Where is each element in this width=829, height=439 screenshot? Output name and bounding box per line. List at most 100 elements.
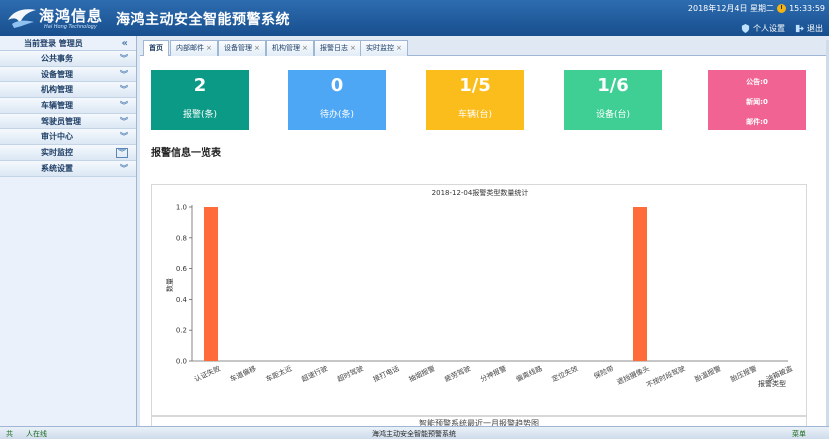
card-value: 2 <box>193 75 207 96</box>
logout-icon <box>795 24 804 33</box>
x-tick-label: 超时驾驶 <box>336 364 365 384</box>
x-tick-label: 定位失效 <box>550 364 579 384</box>
card-label: 设备(台) <box>595 110 631 120</box>
current-user: 当前登录 管理员 <box>24 39 83 48</box>
x-tick-label: 胎压报警 <box>729 364 758 384</box>
card-label: 报警(条) <box>182 110 218 120</box>
sidebar-item-label: 公共事务 <box>41 54 73 63</box>
close-icon[interactable]: × <box>254 44 260 52</box>
sidebar-item-org-management[interactable]: 机构管理 ︾ <box>0 82 136 99</box>
chevron-down-icon: ︾ <box>120 116 128 126</box>
section-title: 报警信息一览表 <box>151 148 221 159</box>
menu-link[interactable]: 菜单 <box>792 429 806 439</box>
tab-alarm-log[interactable]: 报警日志 × <box>314 40 362 56</box>
tab-realtime-monitor[interactable]: 实时监控 × <box>360 40 408 56</box>
chevron-down-icon: ︾ <box>120 132 128 142</box>
tab-label: 设备管理 <box>224 44 252 52</box>
main-content: 2 报警(条) 0 待办(条) 1/5 车辆(台) 1/6 设备(台) 公告:0… <box>140 56 826 430</box>
sidebar-item-label: 实时监控 <box>41 148 73 158</box>
sidebar-item-public-affairs[interactable]: 公共事务 ︾ <box>0 51 136 67</box>
chevron-down-icon: ︾ <box>120 69 128 79</box>
announcement-count: 公告:0 <box>746 78 768 86</box>
device-count-card[interactable]: 1/6 设备(台) <box>564 70 662 130</box>
close-icon[interactable]: × <box>206 44 212 52</box>
x-tick-label: 胎温报警 <box>693 364 722 384</box>
card-value: 1/6 <box>597 75 629 96</box>
logo-bird-icon <box>8 9 36 28</box>
sidebar-item-realtime-monitor[interactable]: 实时监控 ︾ <box>0 145 136 161</box>
alarm-type-chart: 2018-12-04报警类型数量统计 0.0 0.2 0.4 0.6 0.8 1.0 数量认证… <box>151 184 807 416</box>
sidebar-item-device-management[interactable]: 设备管理 ︾ <box>0 66 136 83</box>
y-axis-label: 数量 <box>165 278 174 292</box>
y-tick-label: 0.4 <box>176 296 188 304</box>
sidebar-item-label: 设备管理 <box>41 69 73 79</box>
x-tick-label: 疲劳驾驶 <box>443 364 472 384</box>
todo-count-card[interactable]: 0 待办(条) <box>288 70 386 130</box>
sidebar-item-audit-center[interactable]: 审计中心 ︾ <box>0 129 136 146</box>
logout-link[interactable]: 退出 <box>795 23 823 34</box>
chevron-down-icon: ︾ <box>116 148 128 159</box>
mail-count: 邮件:0 <box>746 118 768 126</box>
bar-chart-svg: 2018-12-04报警类型数量统计 0.0 0.2 0.4 0.6 0.8 1.0 数量认证… <box>165 188 794 390</box>
sidebar-item-driver-management[interactable]: 驾驶员管理 ︾ <box>0 113 136 130</box>
close-icon[interactable]: × <box>302 44 308 52</box>
settings-shield-icon <box>741 24 750 33</box>
vehicle-count-card[interactable]: 1/5 车辆(台) <box>426 70 524 130</box>
y-tick-label: 1.0 <box>176 204 187 212</box>
app-title: 海鸿主动安全智能预警系统 <box>116 12 290 28</box>
tab-device-management[interactable]: 设备管理 × <box>218 40 266 56</box>
alarm-count-card[interactable]: 2 报警(条) <box>151 70 249 130</box>
sidebar-item-system-settings[interactable]: 系统设置 ︾ <box>0 160 136 177</box>
sidebar-item-label: 驾驶员管理 <box>41 116 81 126</box>
time-text: 15:33:59 <box>789 4 825 13</box>
y-tick-label: 0.0 <box>176 358 187 366</box>
sidebar-item-label: 审计中心 <box>41 132 73 142</box>
tab-label: 首页 <box>149 44 163 52</box>
y-tick-label: 0.6 <box>176 265 188 273</box>
card-value: 0 <box>330 75 344 96</box>
collapse-sidebar-icon[interactable]: « <box>122 36 128 51</box>
chevron-down-icon: ︾ <box>120 163 128 173</box>
chevron-down-icon: ︾ <box>120 54 128 63</box>
chart-title: 2018-12-04报警类型数量统计 <box>432 188 529 197</box>
x-tick-label: 分神报警 <box>479 364 508 384</box>
logo-subtext: Hai Hong Technology <box>44 24 97 30</box>
card-value: 1/5 <box>459 75 491 96</box>
x-tick-label: 车距太近 <box>264 364 293 384</box>
news-count: 新闻:0 <box>746 98 768 106</box>
x-tick-label: 认证失败 <box>193 364 222 384</box>
online-prefix: 共 <box>6 430 13 438</box>
x-tick-label: 不按时段驾驶 <box>645 364 687 390</box>
tab-bar: 首页 内部邮件 × 设备管理 × 机构管理 × 报警日志 × 实时监控 × <box>140 40 826 56</box>
sidebar-item-label: 车辆管理 <box>41 101 73 111</box>
logo-text: 海鸿信息 <box>39 7 104 25</box>
y-tick-label: 0.8 <box>176 234 187 242</box>
clock-icon <box>777 4 787 13</box>
close-icon[interactable]: × <box>396 44 402 52</box>
logo: 海鸿信息 Hai Hong Technology <box>6 4 106 32</box>
card-label: 车辆(台) <box>457 110 493 120</box>
x-tick-label: 接打电话 <box>371 364 400 384</box>
close-icon[interactable]: × <box>350 44 356 52</box>
chevron-down-icon: ︾ <box>120 101 128 111</box>
tab-label: 报警日志 <box>320 44 348 52</box>
sidebar-item-label: 系统设置 <box>41 163 73 173</box>
x-axis-label: 报警类型 <box>758 379 786 388</box>
datetime: 2018年12月4日 星期二 15:33:59 <box>688 3 825 14</box>
notice-card[interactable]: 公告:0 新闻:0 邮件:0 <box>708 70 806 130</box>
sidebar-item-vehicle-management[interactable]: 车辆管理 ︾ <box>0 98 136 114</box>
tab-org-management[interactable]: 机构管理 × <box>266 40 314 56</box>
x-tick-label: 偏离线路 <box>514 364 543 384</box>
sidebar: 当前登录 管理员 « 公共事务 ︾ 设备管理 ︾ 机构管理 ︾ 车辆管理 ︾ 驾驶员管理… <box>0 36 137 426</box>
date-text: 2018年12月4日 星期二 <box>687 4 775 13</box>
personal-settings-label: 个人设置 <box>753 24 785 33</box>
personal-settings-link[interactable]: 个人设置 <box>741 23 785 34</box>
tab-internal-mail[interactable]: 内部邮件 × <box>170 40 218 56</box>
y-tick-label: 0.2 <box>176 327 187 335</box>
app-header: 海鸿信息 Hai Hong Technology 海鸿主动安全智能预警系统 20… <box>0 0 829 36</box>
header-links: 个人设置 退出 <box>741 23 823 34</box>
sidebar-item-label: 机构管理 <box>41 85 73 95</box>
tab-home[interactable]: 首页 <box>143 40 169 56</box>
bar <box>204 207 218 361</box>
chevron-down-icon: ︾ <box>120 85 128 95</box>
